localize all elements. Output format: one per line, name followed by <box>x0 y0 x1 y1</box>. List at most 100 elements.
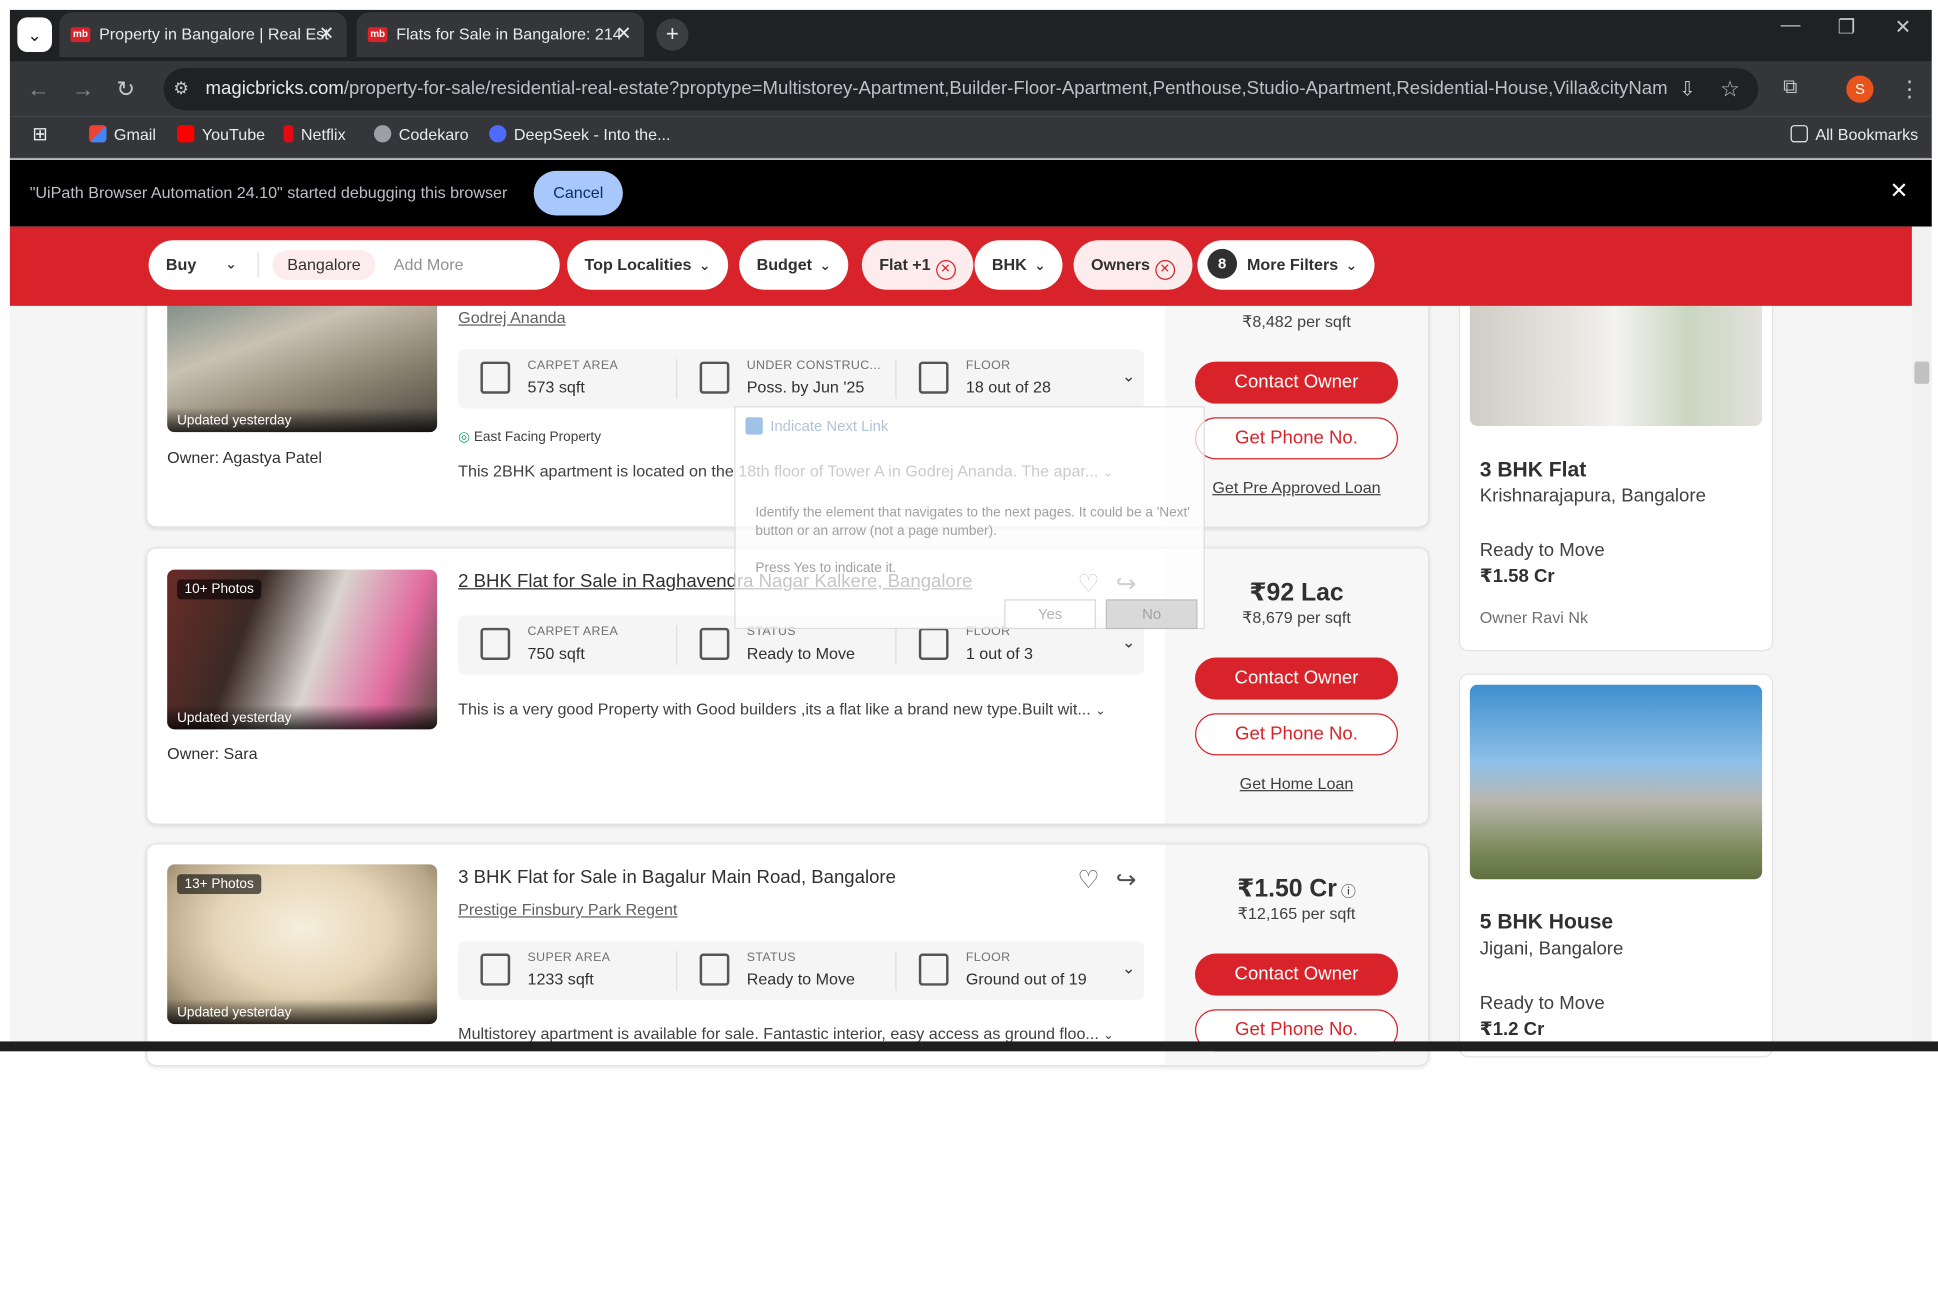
yes-button[interactable]: Yes <box>1004 599 1096 630</box>
profile-avatar[interactable]: S <box>1846 75 1874 103</box>
dialog-prompt: Press Yes to indicate it. <box>755 560 897 576</box>
tab-search-chevron-icon[interactable]: ⌄ <box>17 17 53 53</box>
extensions-icon[interactable]: ⧉ <box>1783 77 1797 99</box>
new-tab-plus-icon[interactable]: + <box>656 18 689 51</box>
debugging-message: "UiPath Browser Automation 24.10" starte… <box>29 183 508 202</box>
price-per-sqft: ₹12,165 per sqft <box>1237 903 1356 923</box>
summary-value: 750 sqft <box>527 643 585 663</box>
bookmark-label: YouTube <box>201 125 266 144</box>
summary-label: SUPER AREA <box>527 951 611 965</box>
recommended-title[interactable]: 3 BHK Flat <box>1480 458 1586 483</box>
city-chip[interactable]: Bangalore <box>272 250 376 280</box>
add-more-input[interactable]: Add More <box>394 240 464 290</box>
share-icon[interactable]: ↪ <box>1116 864 1137 895</box>
society-link[interactable]: Prestige Finsbury Park Regent <box>458 900 677 919</box>
all-bookmarks[interactable]: All Bookmarks <box>1790 125 1918 145</box>
reload-icon[interactable]: ↻ <box>116 77 135 103</box>
filter-label: Owners <box>1090 255 1150 274</box>
expand-chevron-icon[interactable]: ⌄ <box>1122 367 1136 387</box>
loan-link[interactable]: Get Pre Approved Loan <box>1195 478 1398 497</box>
get-phone-button[interactable]: Get Phone No. <box>1194 713 1399 756</box>
divider <box>895 625 897 665</box>
carpet-area-icon <box>480 361 511 394</box>
site-info-icon[interactable]: ⚙ <box>173 78 189 99</box>
window-close-icon[interactable]: ✕ <box>1895 15 1912 40</box>
photo-count: 10+ Photos <box>177 579 262 600</box>
recommended-owner: Owner Ravi Nk <box>1479 608 1589 627</box>
bhk-filter[interactable]: BHK ⌄ <box>974 240 1063 290</box>
summary-value: 1 out of 3 <box>965 643 1034 663</box>
apps-grid-icon[interactable]: ⊞ <box>32 124 48 145</box>
page-scrollbar[interactable] <box>1911 226 1932 1042</box>
bookmark-netflix[interactable]: Netflix <box>283 125 346 145</box>
deepseek-icon <box>489 125 507 143</box>
bookmark-gmail[interactable]: Gmail <box>89 125 156 145</box>
filter-label: More Filters <box>1246 255 1339 274</box>
scrollbar-thumb[interactable] <box>1914 361 1930 384</box>
buy-chevron-icon[interactable]: ⌄ <box>225 240 236 290</box>
bookmark-deepseek[interactable]: DeepSeek - Into the... <box>489 125 671 145</box>
more-chevron-icon[interactable]: ⌄ <box>1095 705 1105 719</box>
bookmark-youtube[interactable]: YouTube <box>177 125 265 145</box>
recommended-photo[interactable] <box>1469 684 1763 880</box>
summary-value: 18 out of 28 <box>965 377 1051 397</box>
loan-link[interactable]: Get Home Loan <box>1195 774 1398 793</box>
remove-filter-icon[interactable]: ✕ <box>935 260 956 280</box>
tab-property-in-bangalore[interactable]: mb Property in Bangalore | Real Est ✕ <box>59 12 347 57</box>
society-link[interactable]: Godrej Ananda <box>458 308 565 327</box>
listing-description[interactable]: Multistorey apartment is available for s… <box>458 1024 1114 1043</box>
menu-kebab-icon[interactable]: ⋮ <box>1898 77 1920 103</box>
listing-title[interactable]: 3 BHK Flat for Sale in Bagalur Main Road… <box>458 867 896 888</box>
divider <box>676 625 678 665</box>
info-icon[interactable]: ⓘ <box>1337 883 1356 900</box>
contact-owner-button[interactable]: Contact Owner <box>1194 361 1399 404</box>
tab-flats-for-sale[interactable]: mb Flats for Sale in Bangalore: 214 ✕ <box>356 12 644 57</box>
more-filters-button[interactable]: 8 More Filters ⌄ <box>1197 240 1375 290</box>
cancel-debugging-button[interactable]: Cancel <box>533 170 623 216</box>
recommended-title[interactable]: 5 BHK House <box>1480 910 1613 935</box>
filter-label: Budget <box>756 255 813 274</box>
budget-filter[interactable]: Budget ⌄ <box>739 240 849 290</box>
bookmark-label: Gmail <box>113 125 156 144</box>
bookmark-star-icon[interactable]: ☆ <box>1720 77 1740 103</box>
check-circle-icon: ◎ <box>458 429 474 445</box>
close-tab-icon[interactable]: ✕ <box>616 12 632 57</box>
bookmark-codekaro[interactable]: Codekaro <box>373 125 469 145</box>
close-infobar-icon[interactable]: ✕ <box>1890 178 1909 204</box>
favorite-heart-icon[interactable]: ♡ <box>1077 864 1099 895</box>
listing-description[interactable]: This is a very good Property with Good b… <box>458 700 1105 719</box>
no-button[interactable]: No <box>1105 599 1198 630</box>
expand-chevron-icon[interactable]: ⌄ <box>1122 958 1136 978</box>
remove-filter-icon[interactable]: ✕ <box>1154 260 1175 280</box>
contact-owner-button[interactable]: Contact Owner <box>1194 657 1399 700</box>
floor-icon <box>918 361 949 394</box>
os-taskbar <box>0 1041 1938 1052</box>
listing-photo[interactable]: 10+ Photos Updated yesterday <box>167 569 438 730</box>
minimize-icon[interactable]: — <box>1781 15 1801 37</box>
owners-filter[interactable]: Owners ✕ <box>1073 240 1193 290</box>
summary-label: FLOOR <box>965 359 1011 373</box>
summary-value: Ready to Move <box>746 969 855 989</box>
restore-icon[interactable]: ❐ <box>1838 15 1856 40</box>
forward-arrow-icon[interactable]: → <box>72 77 94 103</box>
chevron-down-icon: ⌄ <box>1345 258 1358 274</box>
contact-owner-button[interactable]: Contact Owner <box>1194 953 1399 996</box>
top-localities-filter[interactable]: Top Localities ⌄ <box>567 240 728 290</box>
summary-box: CARPET AREA 573 sqft UNDER CONSTRUC... Pos… <box>458 349 1145 409</box>
divider <box>895 359 897 399</box>
chevron-down-icon: ⌄ <box>819 258 831 274</box>
buy-dropdown[interactable]: Buy <box>166 240 196 290</box>
listing-price: ₹92 Lac <box>1249 579 1344 607</box>
floor-icon <box>918 953 949 986</box>
dialog-title-text: Indicate Next Link <box>770 417 889 435</box>
back-arrow-icon[interactable]: ← <box>27 77 49 103</box>
url-text[interactable]: magicbricks.com/property-for-sale/reside… <box>206 77 1667 102</box>
get-phone-button[interactable]: Get Phone No. <box>1194 417 1399 460</box>
search-box[interactable]: Buy ⌄ Bangalore Add More <box>148 240 560 290</box>
summary-label: UNDER CONSTRUC... <box>746 359 881 373</box>
install-app-icon[interactable]: ⇩ <box>1679 77 1696 102</box>
close-tab-icon[interactable]: ✕ <box>319 12 335 57</box>
expand-chevron-icon[interactable]: ⌄ <box>1122 633 1136 653</box>
listing-photo[interactable]: 13+ Photos Updated yesterday <box>167 864 438 1025</box>
flat-filter[interactable]: Flat +1 ✕ <box>861 240 973 290</box>
